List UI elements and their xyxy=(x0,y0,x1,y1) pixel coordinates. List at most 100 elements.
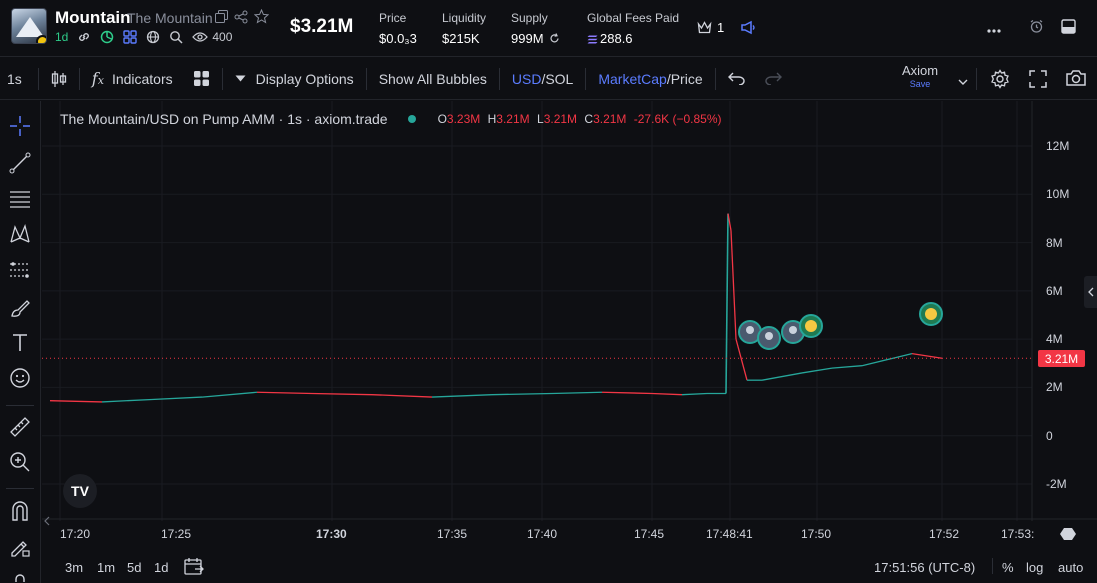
x-tick-label: 17:48:41 xyxy=(706,527,753,541)
magnet-icon[interactable] xyxy=(8,499,32,523)
display-options-button[interactable]: Display Options xyxy=(225,58,364,100)
alarm-icon[interactable] xyxy=(1029,19,1044,39)
x-tick-label: 17:50 xyxy=(801,527,832,541)
series-segment xyxy=(725,213,729,394)
chart-legend: The Mountain/USD on Pump AMM · 1s · axio… xyxy=(60,111,721,127)
range-1d[interactable]: 1d xyxy=(154,560,168,575)
pump-badge-icon xyxy=(36,35,46,43)
horizontal-lines-icon[interactable] xyxy=(8,186,32,210)
trade-bubbles[interactable] xyxy=(738,302,943,350)
chart-title: The Mountain/USD on Pump AMM · 1s · axio… xyxy=(60,111,388,127)
crosshair-icon[interactable] xyxy=(8,114,32,138)
series-segment xyxy=(735,338,748,381)
range-3m[interactable]: 3m xyxy=(65,560,83,575)
chart-toolbar: 1s fx Indicators Display Options Show Al… xyxy=(0,58,1097,100)
scroll-left-chevron-icon[interactable] xyxy=(44,513,50,531)
link-icon[interactable] xyxy=(77,30,91,44)
solana-icon xyxy=(587,32,598,47)
pattern-tool-icon[interactable] xyxy=(8,222,32,246)
trade-bubble-avatar-icon[interactable] xyxy=(757,326,781,350)
range-1m[interactable]: 1m xyxy=(97,560,115,575)
refresh-icon[interactable] xyxy=(549,32,560,47)
star-icon[interactable] xyxy=(254,9,269,24)
fx-icon: fx xyxy=(91,69,104,88)
ruler-icon[interactable] xyxy=(8,415,32,439)
series-segment xyxy=(101,398,153,403)
eye-icon xyxy=(192,31,209,43)
watchers-count: 400 xyxy=(212,30,233,44)
crown-icon xyxy=(697,21,712,34)
settings-gear-icon[interactable] xyxy=(990,69,1010,92)
candle-type-button[interactable] xyxy=(41,58,77,100)
token-avatar[interactable] xyxy=(11,8,47,44)
emoji-icon[interactable] xyxy=(8,366,32,390)
collapse-panel-chevron-icon[interactable] xyxy=(1084,276,1097,308)
x-tick-label: 17:25 xyxy=(161,527,192,541)
more-options-icon[interactable] xyxy=(987,20,1001,38)
go-to-date-icon[interactable] xyxy=(184,557,204,578)
x-tick-label: 17:45 xyxy=(634,527,665,541)
token-actions xyxy=(215,9,269,24)
share-icon[interactable] xyxy=(234,9,248,24)
auto-scale-toggle[interactable]: auto xyxy=(1058,560,1083,575)
copy-icon[interactable] xyxy=(215,9,228,24)
globe-icon[interactable] xyxy=(146,30,160,44)
undo-icon[interactable] xyxy=(718,58,755,100)
y-tick-label: 10M xyxy=(1046,187,1070,202)
show-bubbles-button[interactable]: Show All Bubbles xyxy=(369,58,497,100)
token-meta-row: 1d 400 xyxy=(55,30,232,44)
reset-view-icon[interactable] xyxy=(1060,527,1076,546)
x-tick-label: 17:52 xyxy=(929,527,960,541)
chart-pie-icon[interactable] xyxy=(100,30,114,44)
series-segment xyxy=(681,392,708,396)
search-icon[interactable] xyxy=(169,30,183,44)
bottom-bar: 3m 1m 5d 1d 17:51:56 (UTC-8) % log auto xyxy=(42,550,1097,583)
candlestick-icon xyxy=(51,70,66,87)
text-tool-icon[interactable] xyxy=(8,330,32,354)
trade-bubble-smiley-icon[interactable] xyxy=(799,314,823,338)
fib-retracement-icon[interactable] xyxy=(8,259,32,283)
y-tick-label: 8M xyxy=(1046,235,1063,250)
interval-selector[interactable]: 1s xyxy=(0,58,36,100)
brush-icon[interactable] xyxy=(8,296,32,320)
series-segment xyxy=(49,400,103,403)
zoom-in-icon[interactable] xyxy=(8,450,32,474)
trend-line-icon[interactable] xyxy=(8,151,32,175)
chart-clock: 17:51:56 (UTC-8) xyxy=(874,560,976,575)
series-segment xyxy=(831,365,863,369)
lock-pencil-icon[interactable] xyxy=(8,535,32,559)
currency-toggle[interactable]: USD / SOL xyxy=(502,58,583,100)
templates-button[interactable] xyxy=(183,58,220,100)
indicators-button[interactable]: fx Indicators xyxy=(82,58,183,100)
caret-down-icon xyxy=(235,75,246,82)
log-scale-toggle[interactable]: log xyxy=(1026,560,1043,575)
y-tick-label: 6M xyxy=(1046,283,1063,298)
lock-icon[interactable] xyxy=(8,569,32,583)
screenshot-camera-icon[interactable] xyxy=(1065,69,1087,90)
crown-rank[interactable]: 1 xyxy=(697,20,724,35)
current-price-tag: 3.21M xyxy=(1038,350,1085,367)
layout-save[interactable]: Axiom Save xyxy=(895,63,945,89)
layout-chevron-down-icon[interactable] xyxy=(958,73,968,89)
panel-layout-icon[interactable] xyxy=(1061,19,1076,39)
stat-global-fees: Global Fees Paid 288.6 xyxy=(587,11,680,47)
y-tick-label: 12M xyxy=(1046,139,1070,153)
mcap-price-toggle[interactable]: MarketCap / Price xyxy=(588,58,712,100)
fullscreen-icon[interactable] xyxy=(1029,70,1047,91)
percent-scale-toggle[interactable]: % xyxy=(1002,560,1014,575)
range-5d[interactable]: 5d xyxy=(127,560,141,575)
price-chart[interactable] xyxy=(42,101,1097,521)
series-segment xyxy=(601,391,653,395)
series-segment xyxy=(151,396,203,401)
megaphone-icon[interactable] xyxy=(740,20,756,40)
x-tick-label: 17:30 xyxy=(316,527,347,541)
holders-icon[interactable] xyxy=(123,30,138,44)
series-segment xyxy=(256,391,313,395)
trade-bubble-smiley-icon[interactable] xyxy=(919,302,943,326)
tradingview-logo[interactable]: TV xyxy=(63,474,97,508)
y-tick-label: 4M xyxy=(1046,332,1063,347)
ohlc-values: O3.23M H3.21M L3.21M C3.21M -27.6K (−0.8… xyxy=(437,112,722,126)
token-header: Mountain The Mountain 1d 400 $3.21M Pric… xyxy=(0,0,1097,57)
redo-icon[interactable] xyxy=(755,58,792,100)
live-dot-icon xyxy=(407,115,416,123)
